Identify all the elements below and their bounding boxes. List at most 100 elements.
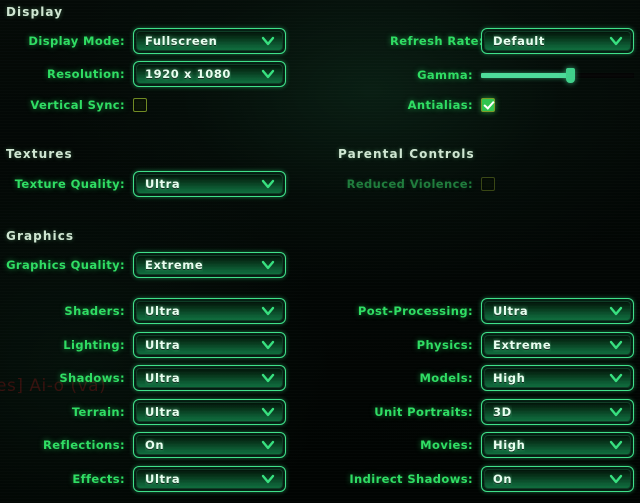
label-effects: Effects: xyxy=(72,471,125,486)
dropdown-display-mode[interactable]: Fullscreen xyxy=(133,28,286,54)
section-header-textures: Textures xyxy=(6,147,73,161)
checkbox-antialias[interactable] xyxy=(481,98,495,112)
dropdown-effects-inner: Ultra xyxy=(136,468,283,489)
dropdown-indirect-shadows[interactable]: On xyxy=(481,465,634,492)
dropdown-texture-quality[interactable]: Ultra xyxy=(133,171,286,197)
dropdown-lighting[interactable]: Ultra xyxy=(133,331,286,358)
dropdown-reflections[interactable]: On xyxy=(133,432,286,458)
chevron-down-icon xyxy=(261,69,275,79)
dropdown-reflections-value: On xyxy=(145,438,165,452)
row-reflections: Reflections: On xyxy=(0,432,286,458)
dropdown-unit-portraits-value: 3D xyxy=(493,404,512,419)
chevron-down-icon xyxy=(609,440,623,450)
label-lighting: Lighting: xyxy=(63,337,125,352)
chevron-down-icon xyxy=(261,179,275,189)
row-graphics-quality: Graphics Quality: Extreme xyxy=(0,252,286,278)
dropdown-models[interactable]: High xyxy=(481,365,634,391)
label-resolution: Resolution: xyxy=(46,67,125,81)
dropdown-graphics-quality-value: Extreme xyxy=(145,258,204,272)
label-reduced-violence: Reduced Violence: xyxy=(346,177,473,191)
graphics-options-panel: Display Display Mode: Fullscreen Resolut… xyxy=(0,0,640,503)
dropdown-models-value: High xyxy=(493,371,526,385)
dropdown-refresh-rate[interactable]: Default xyxy=(481,28,634,54)
dropdown-unit-portraits-inner: 3D xyxy=(484,401,631,422)
section-header-graphics: Graphics xyxy=(6,229,75,243)
label-unit-portraits: Unit Portraits: xyxy=(374,404,473,419)
row-post-processing: Post-Processing: Ultra xyxy=(340,298,634,324)
chevron-down-icon xyxy=(609,474,623,484)
dropdown-physics-value: Extreme xyxy=(493,337,552,352)
section-header-display: Display xyxy=(6,5,64,19)
row-reduced-violence: Reduced Violence: xyxy=(340,171,540,197)
dropdown-terrain-inner: Ultra xyxy=(136,401,283,422)
dropdown-texture-quality-inner: Ultra xyxy=(136,174,283,194)
dropdown-post-processing-inner: Ultra xyxy=(484,301,631,321)
dropdown-graphics-quality[interactable]: Extreme xyxy=(133,252,286,278)
chevron-down-icon xyxy=(261,306,275,316)
row-unit-portraits: Unit Portraits: 3D xyxy=(340,398,634,425)
slider-gamma[interactable] xyxy=(481,68,634,83)
chevron-down-icon xyxy=(261,373,275,383)
dropdown-resolution[interactable]: 1920 x 1080 xyxy=(133,61,286,87)
chevron-down-icon xyxy=(609,373,623,383)
slider-gamma-handle[interactable] xyxy=(565,68,575,83)
row-effects: Effects: Ultra xyxy=(0,465,286,492)
label-movies: Movies: xyxy=(420,438,473,452)
chevron-down-icon xyxy=(261,36,275,46)
dropdown-resolution-value: 1920 x 1080 xyxy=(145,67,232,81)
dropdown-graphics-quality-inner: Extreme xyxy=(136,255,283,275)
chevron-down-icon xyxy=(261,260,275,270)
dropdown-terrain[interactable]: Ultra xyxy=(133,398,286,425)
label-graphics-quality: Graphics Quality: xyxy=(6,258,125,272)
dropdown-resolution-inner: 1920 x 1080 xyxy=(136,64,283,84)
dropdown-shadows-inner: Ultra xyxy=(136,368,283,388)
dropdown-shadows[interactable]: Ultra xyxy=(133,365,286,391)
checkbox-reduced-violence[interactable] xyxy=(481,177,495,191)
chevron-down-icon xyxy=(261,340,275,350)
dropdown-shaders-inner: Ultra xyxy=(136,301,283,321)
row-models: Models: High xyxy=(340,365,634,391)
dropdown-shadows-value: Ultra xyxy=(145,371,181,385)
dropdown-shaders[interactable]: Ultra xyxy=(133,298,286,324)
row-indirect-shadows: Indirect Shadows: On xyxy=(340,465,634,492)
label-shaders: Shaders: xyxy=(64,304,125,318)
dropdown-effects[interactable]: Ultra xyxy=(133,465,286,492)
chevron-down-icon xyxy=(609,407,623,417)
dropdown-movies-value: High xyxy=(493,438,526,452)
dropdown-movies[interactable]: High xyxy=(481,432,634,458)
dropdown-refresh-rate-inner: Default xyxy=(484,31,631,51)
row-shaders: Shaders: Ultra xyxy=(0,298,286,324)
dropdown-effects-value: Ultra xyxy=(145,471,181,486)
slider-gamma-fill xyxy=(481,73,570,78)
dropdown-physics-inner: Extreme xyxy=(484,334,631,355)
row-terrain: Terrain: Ultra xyxy=(0,398,286,425)
chevron-down-icon xyxy=(261,440,275,450)
dropdown-display-mode-inner: Fullscreen xyxy=(136,31,283,51)
row-shadows: Shadows: Ultra xyxy=(0,365,286,391)
row-vertical-sync: Vertical Sync: xyxy=(0,92,200,118)
row-refresh-rate: Refresh Rate: Default xyxy=(390,28,634,54)
dropdown-post-processing[interactable]: Ultra xyxy=(481,298,634,324)
label-display-mode: Display Mode: xyxy=(28,34,125,48)
checkbox-vertical-sync[interactable] xyxy=(133,98,147,112)
label-shadows: Shadows: xyxy=(59,371,125,385)
label-vertical-sync: Vertical Sync: xyxy=(30,98,125,112)
label-indirect-shadows: Indirect Shadows: xyxy=(349,471,473,486)
dropdown-post-processing-value: Ultra xyxy=(493,304,529,318)
label-texture-quality: Texture Quality: xyxy=(14,177,125,191)
row-physics: Physics: Extreme xyxy=(340,331,634,358)
dropdown-physics[interactable]: Extreme xyxy=(481,331,634,358)
dropdown-unit-portraits[interactable]: 3D xyxy=(481,398,634,425)
section-header-parental-controls: Parental Controls xyxy=(338,147,475,161)
dropdown-terrain-value: Ultra xyxy=(145,404,181,419)
dropdown-reflections-inner: On xyxy=(136,435,283,455)
label-models: Models: xyxy=(419,371,473,385)
dropdown-shaders-value: Ultra xyxy=(145,304,181,318)
chevron-down-icon xyxy=(609,340,623,350)
chevron-down-icon xyxy=(261,407,275,417)
dropdown-lighting-inner: Ultra xyxy=(136,334,283,355)
label-antialias: Antialias: xyxy=(407,98,473,112)
label-reflections: Reflections: xyxy=(43,438,125,452)
label-physics: Physics: xyxy=(416,337,473,352)
dropdown-refresh-rate-value: Default xyxy=(493,34,545,48)
